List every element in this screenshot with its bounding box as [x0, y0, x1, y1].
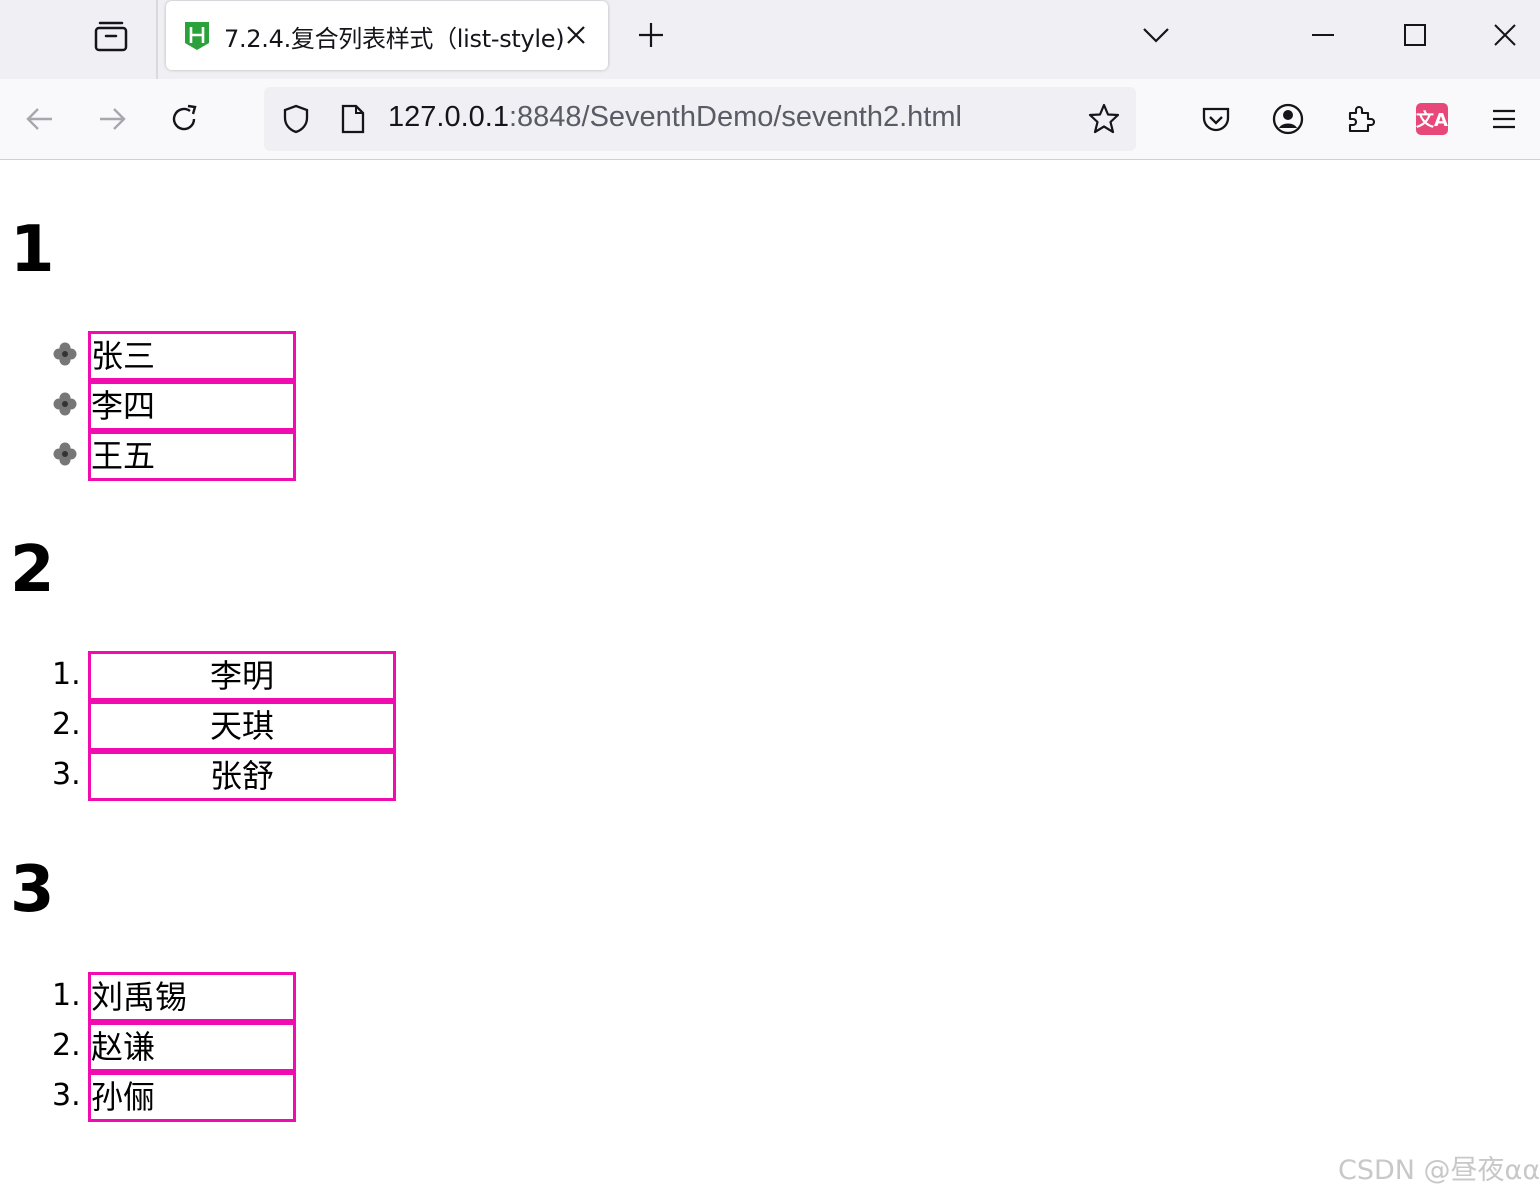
- list-item-text: 王五: [88, 431, 296, 481]
- url-path: :8848/SeventhDemo/seventh2.html: [508, 101, 962, 133]
- account-avatar-icon[interactable]: [1268, 99, 1308, 139]
- browser-tab-strip: 7.2.4.复合列表样式（list-style): [0, 0, 1540, 79]
- tab-overview-icon[interactable]: [92, 18, 130, 54]
- section-heading-3: 3: [10, 853, 55, 927]
- hamburger-menu-icon[interactable]: [1484, 99, 1524, 139]
- forward-arrow-icon[interactable]: [94, 101, 130, 137]
- list-item-text: 天琪: [88, 701, 396, 751]
- tracking-protection-shield-icon[interactable]: [280, 103, 312, 135]
- new-tab-plus-icon[interactable]: [636, 20, 666, 50]
- url-text[interactable]: 127.0.0.1:8848/SeventhDemo/seventh2.html: [388, 101, 962, 134]
- list-item-text: 李四: [88, 381, 296, 431]
- list-item-text: 赵谦: [88, 1022, 296, 1072]
- window-maximize-icon[interactable]: [1400, 20, 1430, 50]
- tab-separator: [156, 0, 158, 79]
- list-number: 1.: [52, 657, 81, 692]
- list-item-text: 刘禹锡: [88, 972, 296, 1022]
- list-number: 1.: [52, 978, 81, 1013]
- page-info-icon[interactable]: [340, 103, 366, 135]
- list-item-text: 孙俪: [88, 1072, 296, 1122]
- clover-image-icon: [52, 441, 78, 467]
- bookmark-star-icon[interactable]: [1086, 101, 1122, 137]
- page-content: 1 张三 李四 王五 2 1. 李明 2. 天琪 3. 张舒 3 1. 刘禹锡 …: [0, 160, 1540, 1192]
- section-heading-1: 1: [10, 213, 55, 287]
- list-number: 3.: [52, 757, 81, 792]
- pocket-icon[interactable]: [1196, 99, 1236, 139]
- window-close-icon[interactable]: [1490, 20, 1520, 50]
- list-number: 2.: [52, 707, 81, 742]
- list-item-text: 张舒: [88, 751, 396, 801]
- tab-title: 7.2.4.复合列表样式（list-style): [224, 25, 565, 53]
- tab-close-icon[interactable]: [564, 23, 588, 47]
- address-bar[interactable]: 127.0.0.1:8848/SeventhDemo/seventh2.html: [264, 87, 1136, 151]
- clover-image-icon: [52, 341, 78, 367]
- csdn-watermark: CSDN @昼夜αα: [1338, 1155, 1540, 1186]
- navigation-toolbar: 127.0.0.1:8848/SeventhDemo/seventh2.html…: [0, 79, 1540, 160]
- translate-badge: 文A: [1416, 103, 1448, 135]
- reload-icon[interactable]: [166, 101, 202, 137]
- list-number: 3.: [52, 1078, 81, 1113]
- back-arrow-icon[interactable]: [22, 101, 58, 137]
- list-number: 2.: [52, 1028, 81, 1063]
- list-all-tabs-chevron-icon[interactable]: [1140, 22, 1172, 48]
- window-minimize-icon[interactable]: [1308, 20, 1338, 50]
- active-tab[interactable]: 7.2.4.复合列表样式（list-style): [166, 1, 608, 70]
- extensions-puzzle-icon[interactable]: [1340, 99, 1380, 139]
- list-item-text: 张三: [88, 331, 296, 381]
- section-heading-2: 2: [10, 533, 55, 607]
- list-item-text: 李明: [88, 651, 396, 701]
- hbuilder-h-icon: [184, 21, 210, 51]
- clover-image-icon: [52, 391, 78, 417]
- url-host: 127.0.0.1: [388, 101, 509, 133]
- translate-extension-icon[interactable]: 文A: [1412, 99, 1452, 139]
